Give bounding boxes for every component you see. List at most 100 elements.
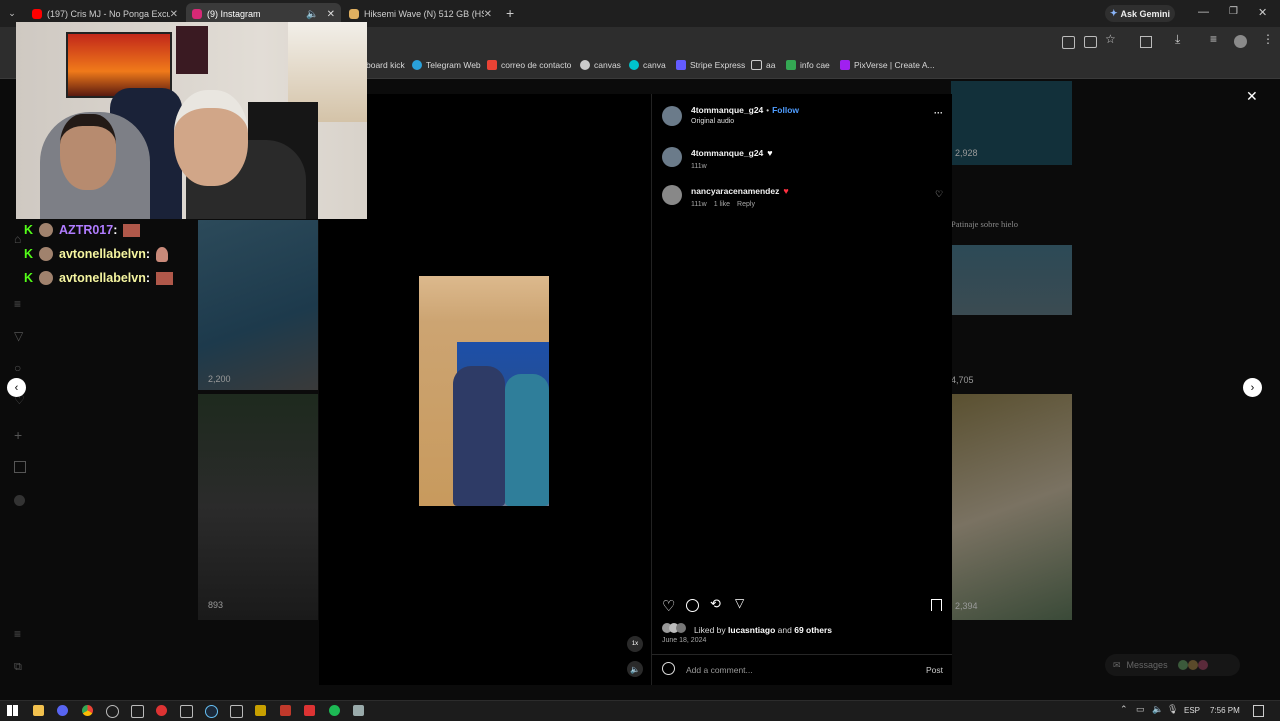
liked-by-others[interactable]: 69 others — [794, 625, 832, 635]
close-modal-button[interactable]: ✕ — [1246, 88, 1258, 105]
views-count: 2,394 — [955, 601, 978, 611]
clock[interactable]: 7:56 PM — [1210, 706, 1240, 715]
language-indicator[interactable]: ESP — [1184, 706, 1200, 715]
comment-likes[interactable]: 1 like — [714, 201, 730, 208]
cast-icon[interactable] — [1084, 36, 1097, 48]
minimize-button[interactable]: — — [1198, 6, 1209, 18]
liked-by-user[interactable]: lucasntiago — [728, 625, 775, 635]
close-tab-icon[interactable]: ✕ — [484, 9, 492, 20]
steam-icon[interactable] — [205, 705, 218, 718]
speaker-icon[interactable]: 🔈 — [306, 9, 318, 20]
like-comment-icon[interactable]: ♡ — [935, 189, 943, 200]
app-icon[interactable] — [230, 705, 243, 718]
messages-button[interactable]: ✉ Messages — [1105, 654, 1240, 676]
apps-icon[interactable]: ⧉ — [14, 661, 22, 674]
tab-media-icon[interactable]: ≡ — [1210, 32, 1217, 46]
close-tab-icon[interactable]: ✕ — [327, 9, 335, 20]
bookmark[interactable]: Telegram Web — [412, 60, 481, 70]
close-window-button[interactable]: ✕ — [1258, 6, 1267, 19]
comment-input[interactable]: Add a comment... — [686, 665, 753, 675]
notifications-icon[interactable]: ▽ — [14, 329, 23, 343]
ask-gemini-button[interactable]: ✦ Ask Gemini — [1105, 5, 1175, 22]
comment-button[interactable] — [686, 599, 699, 612]
previous-post-button[interactable]: ‹ — [7, 378, 26, 397]
settings-icon[interactable] — [106, 705, 119, 718]
spotify-icon[interactable] — [329, 705, 340, 716]
app-icon[interactable] — [280, 705, 291, 716]
audio-label[interactable]: Original audio — [691, 118, 734, 125]
menu-icon[interactable]: ⋮ — [1262, 32, 1274, 46]
star-icon[interactable]: ☆ — [1105, 32, 1116, 46]
folder-icon — [751, 60, 762, 70]
dashboard-icon[interactable] — [14, 461, 26, 473]
share-button[interactable]: ▽ — [735, 596, 744, 610]
grid-tile[interactable]: 893 — [198, 394, 318, 620]
mute-button[interactable]: 🔈 — [627, 661, 643, 677]
chat-message: K AZTR017 : — [24, 218, 173, 242]
file-explorer-icon[interactable] — [33, 705, 44, 716]
extensions-icon[interactable] — [1140, 36, 1152, 48]
home-icon[interactable]: ⌂ — [14, 232, 21, 246]
bookmark[interactable]: correo de contacto — [487, 60, 571, 70]
speed-button[interactable]: 1x — [627, 636, 643, 652]
app-icon[interactable] — [353, 705, 364, 716]
close-tab-icon[interactable]: ✕ — [170, 9, 178, 20]
bookmark[interactable]: canvas — [580, 60, 621, 70]
create-icon[interactable]: + — [14, 427, 22, 443]
obs-icon[interactable] — [156, 705, 167, 716]
grid-tile[interactable]: 2,928 — [951, 81, 1072, 165]
bookmark[interactable]: Stripe Express — [676, 60, 745, 70]
like-button[interactable]: ♡ — [662, 597, 675, 615]
translate-icon[interactable] — [1062, 36, 1075, 49]
repost-button[interactable]: ⟲ — [710, 596, 721, 612]
views-count: 2,928 — [955, 148, 978, 158]
comment-username[interactable]: nancyaracenamendez — [691, 186, 779, 196]
bookmark-folder[interactable]: aa — [751, 60, 775, 70]
app-icon[interactable] — [304, 705, 315, 716]
reply-button[interactable]: Reply — [737, 201, 755, 208]
profile-icon[interactable] — [14, 495, 25, 506]
tray-chevron-icon[interactable]: ⌃ — [1120, 704, 1128, 715]
follow-button[interactable]: Follow — [772, 105, 799, 115]
discord-icon[interactable] — [57, 705, 68, 716]
save-button[interactable] — [931, 599, 942, 611]
bookmark[interactable]: canva — [629, 60, 666, 70]
tab-label: (9) Instagram — [207, 9, 261, 19]
post-comment-button[interactable]: Post — [926, 665, 943, 675]
download-icon[interactable]: ⤓ — [1175, 32, 1180, 47]
maximize-button[interactable]: ❐ — [1229, 6, 1238, 17]
author-avatar[interactable] — [662, 147, 682, 167]
chrome-icon[interactable] — [82, 705, 93, 716]
profile-avatar[interactable] — [1234, 35, 1247, 48]
more-options-button[interactable]: ··· — [934, 108, 943, 118]
liker-avatars[interactable] — [662, 623, 686, 633]
microphone-icon[interactable]: 🎙 — [1167, 704, 1178, 715]
emoji-icon[interactable] — [662, 662, 675, 675]
search-icon[interactable]: ○ — [14, 361, 21, 375]
next-post-button[interactable]: › — [1243, 378, 1262, 397]
grid-tile[interactable]: 2,200 — [198, 220, 318, 390]
caption-username[interactable]: 4tommanque_g24 — [691, 148, 763, 158]
bookmark[interactable]: info cae — [786, 60, 830, 70]
volume-icon[interactable]: 🔈 — [1152, 704, 1163, 715]
separator-dot: • — [766, 105, 770, 115]
menu-lines-icon[interactable]: ≡ — [14, 297, 21, 311]
windows-start-icon[interactable] — [7, 705, 18, 716]
bookmark[interactable]: board kick — [366, 60, 405, 70]
tab-search-button[interactable]: ⌄ — [4, 5, 20, 21]
app-icon[interactable] — [131, 705, 144, 718]
reel-video-area[interactable]: 1x 🔈 — [319, 94, 651, 685]
author-avatar[interactable] — [662, 106, 682, 126]
more-menu-icon[interactable]: ≡ — [14, 627, 21, 641]
video-frame[interactable] — [419, 276, 549, 506]
new-tab-button[interactable]: + — [506, 5, 514, 21]
grid-tile[interactable] — [951, 245, 1072, 315]
notification-icon[interactable] — [1253, 705, 1264, 717]
capcut-icon[interactable] — [180, 705, 193, 718]
network-icon[interactable]: ▭ — [1136, 704, 1145, 715]
app-icon[interactable] — [255, 705, 266, 716]
commenter-avatar[interactable] — [662, 185, 682, 205]
grid-tile[interactable]: 2,394 — [951, 394, 1072, 620]
author-username[interactable]: 4tommanque_g24 — [691, 105, 763, 115]
bookmark[interactable]: PixVerse | Create A... — [840, 60, 935, 70]
